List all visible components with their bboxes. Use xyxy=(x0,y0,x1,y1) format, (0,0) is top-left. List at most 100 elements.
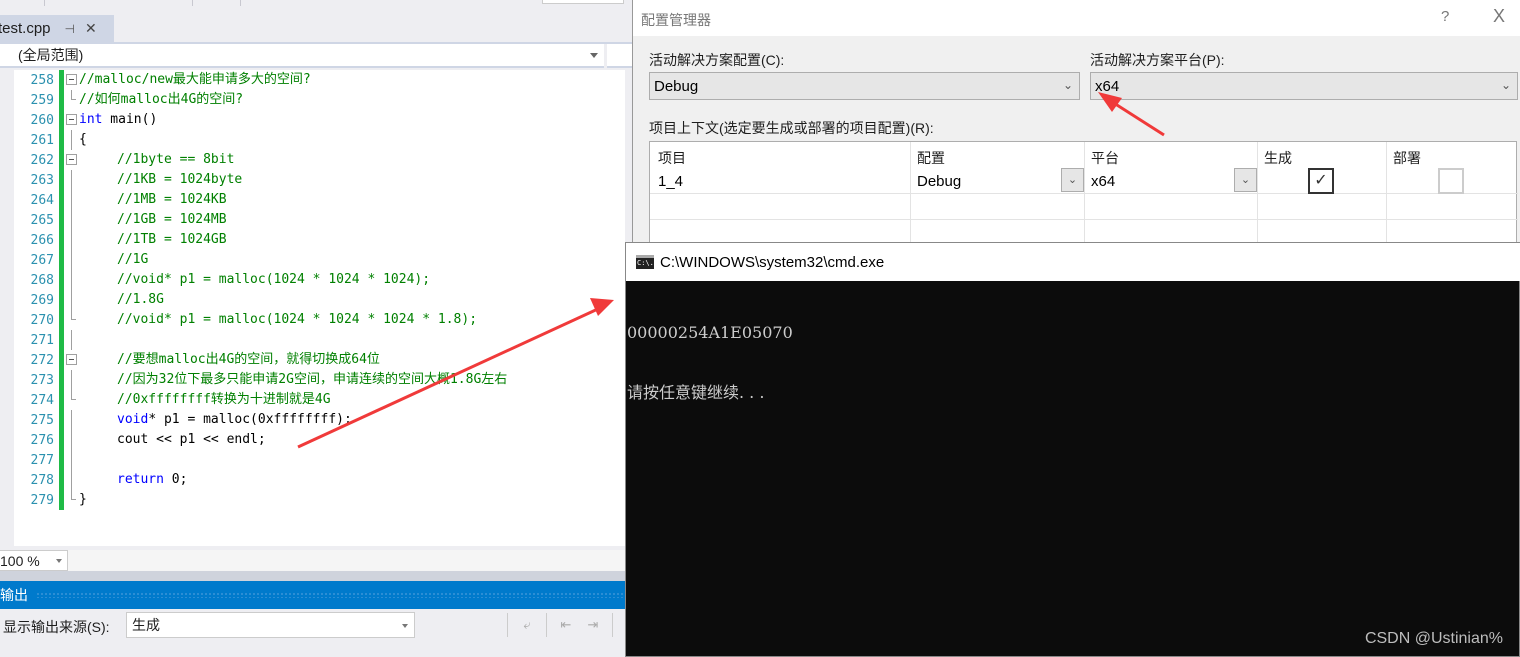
column-header-build[interactable]: 生成 xyxy=(1264,148,1292,168)
toolbar-separator xyxy=(44,0,45,6)
column-header-platform[interactable]: 平台 xyxy=(1091,148,1119,168)
pin-icon[interactable]: ⊣ xyxy=(65,22,75,36)
comment: //malloc/new最大能申请多大的空间? xyxy=(79,72,311,87)
console-line: 请按任意键继续. . . xyxy=(627,383,765,402)
code-line[interactable]: 258 //malloc/new最大能申请多大的空间? xyxy=(14,70,625,90)
change-indicator xyxy=(59,210,64,230)
output-source-select[interactable]: 生成 xyxy=(126,612,415,638)
chevron-down-icon[interactable]: ⌄ xyxy=(1234,168,1257,192)
change-indicator xyxy=(59,470,64,490)
column-header-config[interactable]: 配置 xyxy=(917,148,945,168)
previous-message-icon[interactable]: ⇤ xyxy=(558,617,574,633)
build-checkbox[interactable]: ✓ xyxy=(1308,168,1334,194)
code-line[interactable]: 278 return 0; xyxy=(14,470,625,490)
grid-column xyxy=(650,142,911,246)
toolbar-separator xyxy=(507,613,508,637)
toolbar-input[interactable] xyxy=(542,0,624,4)
column-header-deploy[interactable]: 部署 xyxy=(1393,148,1421,168)
dialog-title: 配置管理器 xyxy=(641,12,711,28)
code-line[interactable]: 270 //void* p1 = malloc(1024 * 1024 * 102… xyxy=(14,310,625,330)
collapse-icon[interactable] xyxy=(66,74,77,85)
code-text: //如何malloc出4G的空间? xyxy=(79,90,243,110)
project-platform-value[interactable]: x64 xyxy=(1091,173,1115,190)
code-line[interactable]: 260 int main() xyxy=(14,110,625,130)
change-indicator xyxy=(59,310,64,330)
code-text: void* p1 = malloc(0xffffffff); xyxy=(79,410,352,430)
panel-splitter[interactable] xyxy=(0,571,632,581)
outline-guide xyxy=(71,250,72,270)
scope-dropdown[interactable]: (全局范围) xyxy=(0,44,604,68)
code-line[interactable]: 269 //1.8G xyxy=(14,290,625,310)
collapse-icon[interactable] xyxy=(66,354,77,365)
project-config-value[interactable]: Debug xyxy=(917,173,961,190)
code-line[interactable]: 263 //1KB = 1024byte xyxy=(14,170,625,190)
comment: //1GB = 1024MB xyxy=(117,212,227,227)
collapse-icon[interactable] xyxy=(66,154,77,165)
change-indicator xyxy=(59,190,64,210)
outline-end xyxy=(71,490,76,500)
collapse-icon[interactable] xyxy=(66,114,77,125)
dropdown-arrow-icon xyxy=(56,559,62,563)
outline-guide xyxy=(71,410,72,430)
row-separator xyxy=(650,193,1518,194)
chevron-down-icon[interactable]: ⌄ xyxy=(1061,168,1084,192)
line-number: 263 xyxy=(30,172,54,188)
code-line[interactable]: 267 //1G xyxy=(14,250,625,270)
output-source-label: 显示输出来源(S): xyxy=(3,619,110,635)
go-to-source-icon[interactable]: ⤶ xyxy=(519,617,535,633)
outline-guide xyxy=(71,270,72,290)
line-number: 277 xyxy=(30,452,54,468)
code-line[interactable]: 272 //要想malloc出4G的空间，就得切换成64位 xyxy=(14,350,625,370)
code-line[interactable]: 271 xyxy=(14,330,625,350)
close-icon[interactable]: X xyxy=(1493,6,1505,27)
code-line[interactable]: 261 { xyxy=(14,130,625,150)
line-number: 264 xyxy=(30,192,54,208)
visual-studio-window: test.cpp ⊣ ✕ (全局范围) 258 //malloc/new最大能申请… xyxy=(0,0,632,657)
code-line[interactable]: 268 //void* p1 = malloc(1024 * 1024 * 102… xyxy=(14,270,625,290)
code-line[interactable]: 266 //1TB = 1024GB xyxy=(14,230,625,250)
code-line[interactable]: 264 //1MB = 1024KB xyxy=(14,190,625,210)
line-number: 275 xyxy=(30,412,54,428)
code-token: 0; xyxy=(163,472,188,487)
outline-guide xyxy=(71,430,72,450)
code-line[interactable]: 274 //0xffffffff转换为十进制就是4G xyxy=(14,390,625,410)
tab-test-cpp[interactable]: test.cpp ⊣ ✕ xyxy=(0,15,114,42)
horizontal-scrollbar[interactable] xyxy=(68,550,632,571)
code-token: } xyxy=(79,492,87,507)
code-line[interactable]: 259 //如何malloc出4G的空间? xyxy=(14,90,625,110)
project-context-grid: 项目 配置 平台 生成 部署 1_4 Debug ⌄ x64 ⌄ ✓ xyxy=(649,141,1518,246)
deploy-checkbox[interactable] xyxy=(1438,168,1464,194)
next-message-icon[interactable]: ⇥ xyxy=(585,617,601,633)
outline-guide xyxy=(71,210,72,230)
line-number: 271 xyxy=(30,332,54,348)
column-header-project[interactable]: 项目 xyxy=(658,148,686,168)
indicator-margin xyxy=(0,70,14,546)
drag-grip[interactable] xyxy=(36,592,624,598)
code-text: //void* p1 = malloc(1024 * 1024 * 1024); xyxy=(79,270,430,290)
code-line[interactable]: 265 //1GB = 1024MB xyxy=(14,210,625,230)
active-platform-select[interactable]: x64 ⌄ xyxy=(1090,72,1518,100)
code-line[interactable]: 273 //因为32位下最多只能申请2G空间，申请连续的空间大概1.8G左右 xyxy=(14,370,625,390)
code-line[interactable]: 279} xyxy=(14,490,625,510)
line-number: 276 xyxy=(30,432,54,448)
code-line[interactable]: 276 cout << p1 << endl; xyxy=(14,430,625,450)
code-line[interactable]: 262 //1byte == 8bit xyxy=(14,150,625,170)
active-config-select[interactable]: Debug ⌄ xyxy=(649,72,1080,100)
code-text: //1MB = 1024KB xyxy=(79,190,227,210)
code-token: { xyxy=(79,132,87,147)
help-icon[interactable]: ? xyxy=(1441,8,1449,25)
line-number: 269 xyxy=(30,292,54,308)
code-lines: 258 //malloc/new最大能申请多大的空间? 259 //如何malloc出… xyxy=(14,70,625,510)
close-icon[interactable]: ✕ xyxy=(85,20,97,37)
comment: //1G xyxy=(117,252,149,267)
outline-guide xyxy=(71,290,72,310)
outline-guide xyxy=(71,170,72,190)
line-number: 272 xyxy=(30,352,54,368)
code-line[interactable]: 275 void* p1 = malloc(0xffffffff); xyxy=(14,410,625,430)
zoom-dropdown[interactable]: 100 % xyxy=(0,550,68,571)
change-indicator xyxy=(59,90,64,110)
outline-guide xyxy=(71,190,72,210)
member-dropdown[interactable] xyxy=(607,44,632,68)
code-line[interactable]: 277 xyxy=(14,450,625,470)
toolbar-separator xyxy=(546,613,547,637)
